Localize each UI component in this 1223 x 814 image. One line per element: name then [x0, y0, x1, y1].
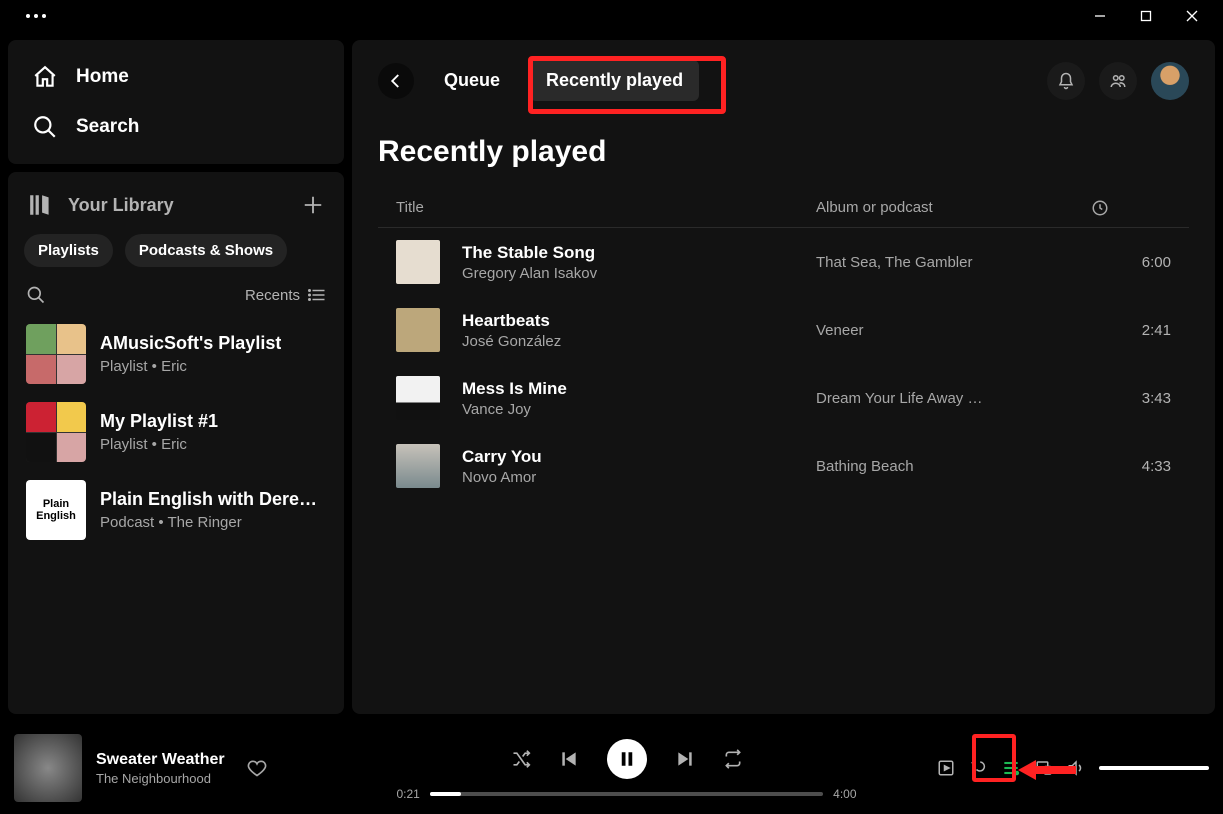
- repeat-button[interactable]: [723, 749, 743, 769]
- library-item-meta: Playlist • Eric: [100, 436, 218, 453]
- nav-home-label: Home: [76, 66, 129, 88]
- tab-queue[interactable]: Queue: [428, 60, 516, 101]
- library-item[interactable]: AMusicSoft's Playlist Playlist • Eric: [20, 315, 332, 393]
- chip-podcasts-shows[interactable]: Podcasts & Shows: [125, 234, 287, 267]
- minimize-button[interactable]: [1077, 0, 1123, 32]
- track-row[interactable]: Heartbeats José González Veneer 2:41: [378, 296, 1189, 364]
- nav-search[interactable]: Search: [18, 102, 334, 152]
- track-album: That Sea, The Gambler: [816, 254, 1091, 271]
- column-duration: [1091, 199, 1171, 217]
- track-duration: 4:33: [1091, 458, 1171, 475]
- now-playing-art[interactable]: [14, 734, 82, 802]
- track-duration: 6:00: [1091, 254, 1171, 271]
- clock-icon: [1091, 199, 1171, 217]
- elapsed-time: 0:21: [397, 787, 420, 801]
- library-item-meta: Podcast • The Ringer: [100, 514, 326, 531]
- annotation-highlight-queue: [972, 734, 1016, 782]
- main-panel: Queue Recently played Recently played Ti…: [352, 40, 1215, 714]
- friends-button[interactable]: [1099, 62, 1137, 100]
- pause-button[interactable]: [607, 739, 647, 779]
- track-row[interactable]: The Stable Song Gregory Alan Isakov That…: [378, 228, 1189, 296]
- library-item[interactable]: Plain English Plain English with Derek… …: [20, 471, 332, 549]
- volume-slider[interactable]: [1099, 766, 1209, 770]
- more-menu-icon[interactable]: [8, 14, 46, 18]
- library-icon: [28, 192, 54, 218]
- nav-search-label: Search: [76, 116, 139, 138]
- track-row[interactable]: Mess Is Mine Vance Joy Dream Your Life A…: [378, 364, 1189, 432]
- library-item-name: My Playlist #1: [100, 411, 218, 432]
- nav-panel: Home Search: [8, 40, 344, 164]
- seek-bar[interactable]: [430, 792, 823, 796]
- bell-icon: [1057, 72, 1075, 90]
- user-avatar[interactable]: [1151, 62, 1189, 100]
- track-artist: José González: [462, 333, 816, 350]
- library-art: [26, 402, 86, 462]
- shuffle-button[interactable]: [511, 749, 531, 769]
- like-button[interactable]: [247, 758, 267, 778]
- previous-button[interactable]: [559, 749, 579, 769]
- track-artist: Novo Amor: [462, 469, 816, 486]
- library-item-name: AMusicSoft's Playlist: [100, 333, 281, 354]
- now-playing-title[interactable]: Sweater Weather: [96, 751, 225, 769]
- column-album: Album or podcast: [816, 199, 1091, 217]
- whats-new-button[interactable]: [1047, 62, 1085, 100]
- home-icon: [32, 64, 58, 90]
- search-icon: [32, 114, 58, 140]
- track-row[interactable]: Carry You Novo Amor Bathing Beach 4:33: [378, 432, 1189, 500]
- sort-label: Recents: [245, 287, 300, 304]
- library-art: [26, 324, 86, 384]
- track-art: [396, 444, 440, 488]
- track-album: Bathing Beach: [816, 458, 1091, 475]
- library-art: Plain English: [26, 480, 86, 540]
- total-time: 4:00: [833, 787, 856, 801]
- table-header: Title Album or podcast: [378, 193, 1189, 228]
- column-title: Title: [396, 199, 816, 217]
- library-toggle[interactable]: Your Library: [28, 192, 174, 218]
- track-artist: Gregory Alan Isakov: [462, 265, 816, 282]
- now-playing-view-button[interactable]: [937, 759, 955, 777]
- track-duration: 2:41: [1091, 322, 1171, 339]
- annotation-highlight-tab: [528, 56, 726, 114]
- nav-home[interactable]: Home: [18, 52, 334, 102]
- sort-recents[interactable]: Recents: [245, 286, 326, 304]
- track-title: The Stable Song: [462, 243, 816, 263]
- window-titlebar: [0, 0, 1223, 32]
- track-title: Heartbeats: [462, 311, 816, 331]
- library-panel: Your Library Playlists Podcasts & Shows …: [8, 172, 344, 714]
- track-album: Dream Your Life Away …: [816, 390, 1091, 407]
- track-art: [396, 240, 440, 284]
- add-icon[interactable]: [302, 194, 324, 216]
- library-label: Your Library: [68, 195, 174, 216]
- library-item-name: Plain English with Derek…: [100, 489, 326, 510]
- track-art: [396, 308, 440, 352]
- library-search-icon[interactable]: [26, 285, 46, 305]
- now-playing-artist[interactable]: The Neighbourhood: [96, 771, 225, 786]
- list-view-icon: [308, 286, 326, 304]
- track-duration: 3:43: [1091, 390, 1171, 407]
- annotation-arrow: [1018, 756, 1078, 786]
- track-title: Carry You: [462, 447, 816, 467]
- next-button[interactable]: [675, 749, 695, 769]
- chip-playlists[interactable]: Playlists: [24, 234, 113, 267]
- page-title: Recently played: [378, 135, 1189, 169]
- friends-icon: [1109, 72, 1127, 90]
- back-button[interactable]: [378, 63, 414, 99]
- track-album: Veneer: [816, 322, 1091, 339]
- track-title: Mess Is Mine: [462, 379, 816, 399]
- maximize-button[interactable]: [1123, 0, 1169, 32]
- library-item[interactable]: My Playlist #1 Playlist • Eric: [20, 393, 332, 471]
- track-artist: Vance Joy: [462, 401, 816, 418]
- track-art: [396, 376, 440, 420]
- library-item-meta: Playlist • Eric: [100, 358, 281, 375]
- close-button[interactable]: [1169, 0, 1215, 32]
